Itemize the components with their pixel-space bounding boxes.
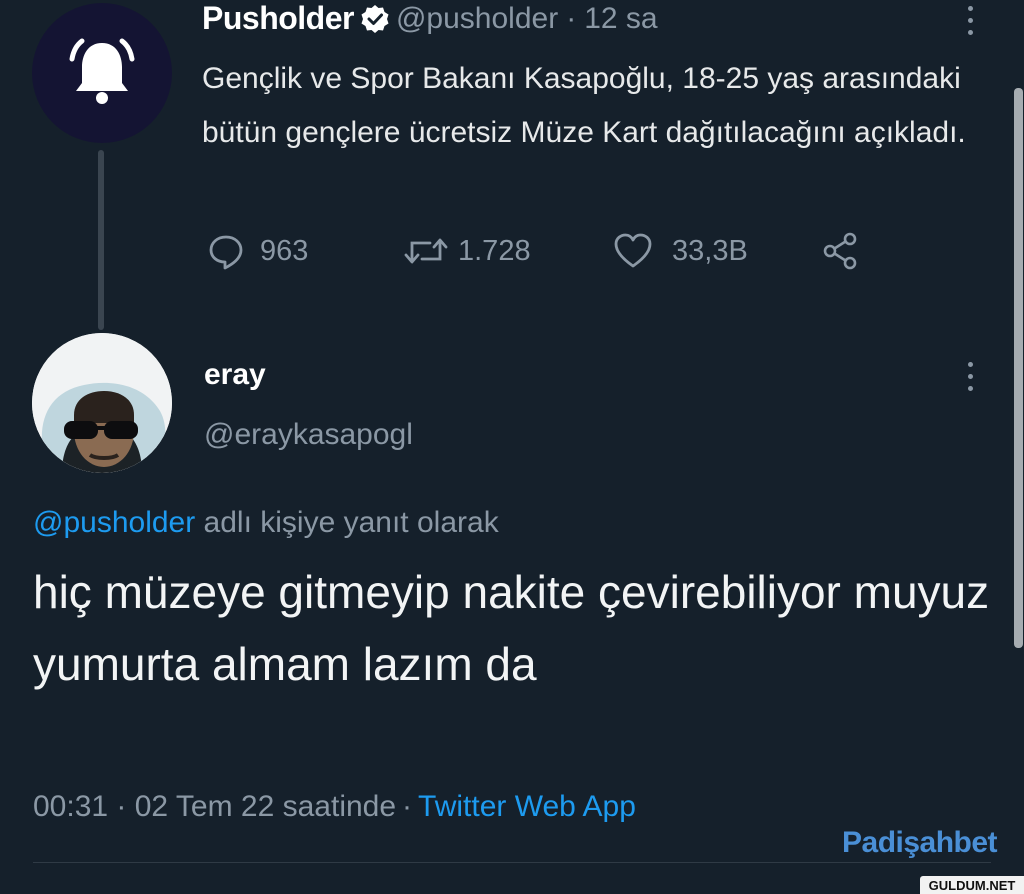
parent-tweet-text: Gençlik ve Spor Bakanı Kasapoğlu, 18-25 …	[202, 62, 966, 149]
profile-photo-icon	[32, 333, 172, 473]
retweet-count: 1.728	[458, 234, 531, 267]
verified-badge-icon	[360, 4, 390, 34]
tweet-time[interactable]: 12 sa	[584, 2, 657, 36]
reply-more-options-icon[interactable]	[958, 358, 982, 394]
heart-icon	[614, 233, 652, 268]
like-button[interactable]: 33,3B	[612, 226, 748, 276]
tweet-timestamp[interactable]: 00:31 · 02 Tem 22 saatinde	[33, 790, 396, 823]
author-handle[interactable]: @pusholder	[396, 2, 558, 36]
reply-author-handle[interactable]: @eraykasapogl	[204, 418, 413, 452]
replying-to-line: @pusholder adlı kişiye yanıt olarak	[33, 506, 499, 540]
retweet-icon	[404, 238, 448, 264]
reply-author-name[interactable]: eray	[204, 358, 266, 392]
like-count: 33,3B	[672, 234, 748, 267]
replying-to-suffix: adlı kişiye yanıt olarak	[195, 506, 499, 539]
thread-connector-line	[98, 150, 104, 330]
source-app-link[interactable]: Twitter Web App	[418, 790, 636, 823]
divider	[33, 862, 991, 863]
replying-to-mention[interactable]: @pusholder	[33, 506, 195, 539]
reply-count: 963	[260, 234, 309, 267]
guldum-watermark: GULDUM.NET	[920, 876, 1024, 894]
eray-avatar[interactable]	[32, 333, 172, 473]
share-button[interactable]	[820, 226, 862, 276]
retweet-button[interactable]: 1.728	[402, 226, 531, 276]
pusholder-avatar[interactable]	[32, 3, 172, 143]
author-name[interactable]: Pusholder	[202, 0, 354, 37]
tweet-actions-bar: 963 1.728 33,3B	[206, 226, 866, 276]
separator-dot: ·	[566, 1, 577, 35]
tweet-metadata: 00:31 · 02 Tem 22 saatinde · Twitter Web A…	[33, 790, 636, 824]
reply-icon	[209, 235, 243, 270]
meta-separator: ·	[402, 790, 413, 823]
reply-button[interactable]: 963	[206, 226, 308, 276]
scrollbar[interactable]	[1014, 88, 1023, 648]
parent-tweet-header: Pusholder @pusholder · 12 sa	[202, 0, 658, 37]
bell-icon	[69, 38, 135, 104]
more-options-icon[interactable]	[958, 2, 982, 38]
share-icon	[823, 232, 857, 270]
reply-tweet-text: hiç müzeye gitmeyip nakite çevirebiliyor…	[33, 566, 990, 690]
padisahbet-watermark: Padişahbet	[842, 826, 998, 859]
